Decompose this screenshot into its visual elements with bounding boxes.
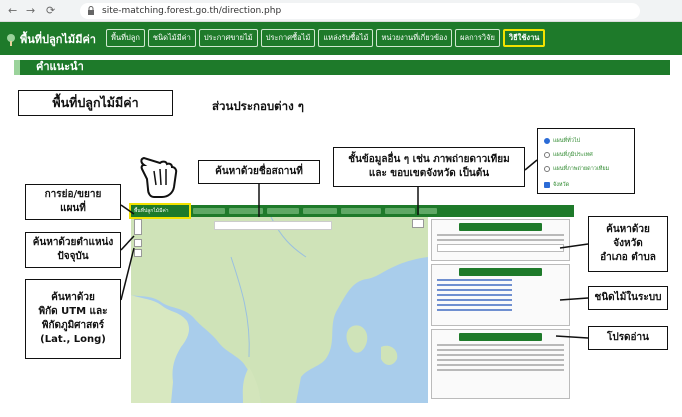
app-screenshot: พื้นที่ปลูกไม้มีค่า bbox=[131, 205, 574, 403]
app-nav-item bbox=[303, 208, 337, 214]
menu-item-agencies[interactable]: หน่วยงานที่เกี่ยวข้อง bbox=[376, 29, 453, 47]
tree-type-link[interactable] bbox=[437, 309, 513, 311]
tree-type-link[interactable] bbox=[437, 304, 513, 306]
layer-option-general[interactable]: แผนที่ทั่วไป bbox=[544, 137, 580, 145]
panel-header bbox=[459, 223, 542, 231]
app-nav-item bbox=[385, 208, 415, 214]
callout-tree-types: ชนิดไม้ในระบบ bbox=[588, 286, 668, 310]
callout-other-layers: ชั้นข้อมูลอื่น ๆ เช่น ภาพถ่ายดาวเทียม แล… bbox=[333, 147, 525, 187]
reload-icon[interactable]: ⟳ bbox=[46, 4, 55, 18]
section-bar: คำแนะนำ bbox=[14, 60, 670, 75]
callout-please-read: โปรดอ่าน bbox=[588, 326, 668, 350]
app-nav-item bbox=[419, 208, 437, 214]
menu-item-how-to-use[interactable]: วิธีใช้งาน bbox=[502, 29, 546, 47]
section-title: คำแนะนำ bbox=[36, 60, 84, 73]
app-nav-bar: พื้นที่ปลูกไม้มีค่า bbox=[131, 205, 574, 217]
panel-line bbox=[437, 354, 564, 356]
radio-selected[interactable] bbox=[544, 138, 550, 144]
connector-line bbox=[524, 159, 538, 171]
map-view[interactable] bbox=[131, 217, 428, 403]
province-select[interactable] bbox=[437, 244, 564, 252]
coordinate-search-button[interactable] bbox=[134, 249, 142, 257]
menu-item-buy-wood[interactable]: ประกาศซื้อไม้ bbox=[260, 29, 316, 47]
menu-item-sell-wood[interactable]: ประกาศขายไม้ bbox=[198, 29, 258, 47]
panel-line bbox=[437, 364, 564, 366]
browser-toolbar: ← → ⟳ site-matching.forest.go.th/directi… bbox=[0, 0, 682, 22]
panel-line bbox=[437, 359, 564, 361]
tree-type-link[interactable] bbox=[437, 289, 513, 291]
province-checkbox[interactable]: จังหวัด bbox=[544, 181, 569, 189]
back-arrow-icon[interactable]: ← bbox=[8, 4, 17, 18]
app-nav-item bbox=[229, 208, 263, 214]
app-nav-item bbox=[267, 208, 299, 214]
zoom-control[interactable] bbox=[134, 219, 142, 235]
menu-item-research[interactable]: ผลการวิจัย bbox=[455, 29, 500, 47]
callout-province-search: ค้นหาด้วย จังหวัด อำเภอ ตำบล bbox=[588, 216, 668, 272]
address-bar[interactable]: site-matching.forest.go.th/direction.php bbox=[80, 3, 640, 19]
panel-line bbox=[437, 234, 564, 236]
checkbox-checked[interactable] bbox=[544, 182, 550, 188]
panel-line bbox=[437, 349, 564, 351]
tree-logo-icon bbox=[7, 34, 15, 46]
app-nav-item bbox=[341, 208, 381, 214]
map-layer-button[interactable] bbox=[412, 219, 424, 228]
radio-unselected[interactable] bbox=[544, 166, 550, 172]
panel-header bbox=[459, 268, 542, 276]
please-read-panel bbox=[431, 329, 570, 399]
map-land-shapes bbox=[131, 217, 428, 403]
tree-type-link[interactable] bbox=[437, 279, 513, 281]
url-text: site-matching.forest.go.th/direction.php bbox=[102, 6, 282, 16]
section-accent bbox=[14, 60, 20, 75]
tree-type-link[interactable] bbox=[437, 294, 513, 296]
panel-line bbox=[437, 369, 564, 371]
app-nav-item bbox=[193, 208, 225, 214]
panel-line bbox=[437, 344, 564, 346]
hand-pointer-icon bbox=[140, 156, 178, 198]
layer-option-satellite[interactable]: แผนที่ภาพถ่ายดาวเทียม bbox=[544, 165, 609, 173]
forward-arrow-icon[interactable]: → bbox=[26, 4, 35, 18]
tree-type-link[interactable] bbox=[437, 299, 513, 301]
panel-header bbox=[459, 333, 542, 341]
tree-types-panel bbox=[431, 264, 570, 326]
tree-type-link[interactable] bbox=[437, 284, 513, 286]
locate-button[interactable] bbox=[134, 239, 142, 247]
menu-item-planting-area[interactable]: พื้นที่ปลูก bbox=[106, 29, 145, 47]
logo-text: พื้นที่ปลูกไม้มีค่า bbox=[20, 33, 96, 46]
map-layer-options: แผนที่ทั่วไป แผนที่ภูมิประเทศ แผนที่ภาพถ… bbox=[537, 128, 635, 194]
province-search-panel bbox=[431, 219, 570, 261]
callout-current-location: ค้นหาด้วยตำแหน่ง ปัจจุบัน bbox=[25, 232, 121, 268]
menu-item-tree-types[interactable]: ชนิดไม้มีค่า bbox=[147, 29, 196, 47]
main-menu: พื้นที่ปลูก ชนิดไม้มีค่า ประกาศขายไม้ ปร… bbox=[106, 29, 546, 47]
side-panel bbox=[429, 217, 574, 403]
layer-option-terrain[interactable]: แผนที่ภูมิประเทศ bbox=[544, 151, 593, 159]
logo-highlight bbox=[129, 203, 191, 219]
callout-place-search: ค้นหาด้วยชื่อสถานที่ bbox=[198, 160, 320, 184]
panel-line bbox=[437, 239, 564, 241]
site-logo[interactable]: พื้นที่ปลูกไม้มีค่า bbox=[4, 30, 96, 48]
page-title: พื้นที่ปลูกไม้มีค่า bbox=[18, 90, 173, 116]
map-search-input[interactable] bbox=[214, 221, 332, 230]
radio-unselected[interactable] bbox=[544, 152, 550, 158]
callout-zoom: การย่อ/ขยาย แผนที่ bbox=[25, 184, 121, 220]
lock-icon bbox=[88, 6, 94, 15]
menu-item-wood-buyers[interactable]: แหล่งรับซื้อไม้ bbox=[318, 29, 374, 47]
site-header: พื้นที่ปลูกไม้มีค่า พื้นที่ปลูก ชนิดไม้ม… bbox=[0, 22, 682, 55]
components-subtitle: ส่วนประกอบต่าง ๆ bbox=[212, 99, 304, 113]
callout-coordinate-search: ค้นหาด้วย พิกัด UTM และ พิกัดภูมิศาสตร์ … bbox=[25, 279, 121, 359]
